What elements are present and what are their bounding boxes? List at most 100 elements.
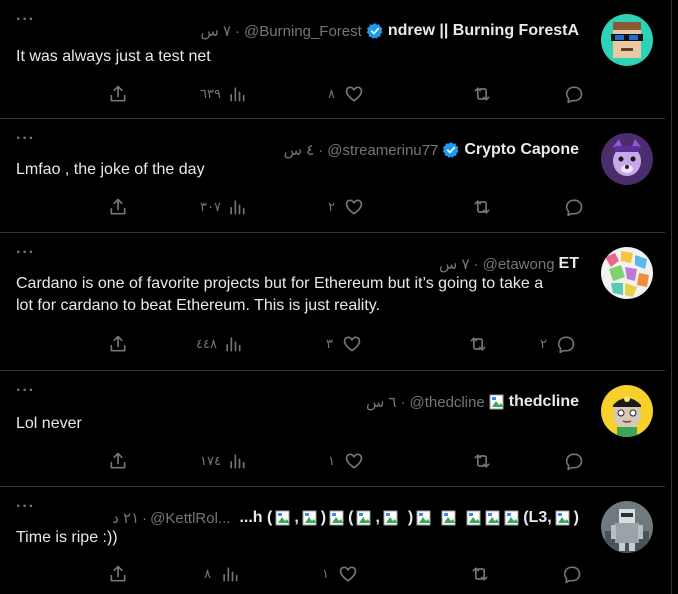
reply-button[interactable] [546,564,582,584]
display-name-part[interactable]: ) [321,509,326,527]
display-name[interactable]: ET [559,255,579,273]
reply-button[interactable] [548,84,584,104]
retweet-button[interactable] [456,197,492,217]
tweet[interactable]: ··· ndrew || Burning ForestA @Burning_Fo… [0,0,671,119]
user-handle[interactable]: @streamerinu77 [327,142,438,159]
timestamp[interactable]: ٤ س [284,141,315,159]
share-icon [108,334,128,354]
like-button[interactable]: ٨ [328,84,364,104]
avatar[interactable] [601,14,653,66]
like-button[interactable]: ١ [322,564,358,584]
display-name-part[interactable]: , [375,509,379,527]
share-button[interactable] [108,197,128,217]
more-icon[interactable]: ··· [16,383,35,399]
tweet-actions: ٨ ١ [0,564,672,588]
tweet-header: ndrew || Burning ForestA @Burning_Forest… [200,22,579,40]
broken-emoji-icon [302,510,318,526]
tweet-actions: ٤٤٨ ٣ ٢ [0,334,672,358]
share-button[interactable] [108,451,128,471]
views-icon [223,334,243,354]
broken-emoji-icon [275,510,291,526]
tweet-text-line: Cardano is one of favorite projects but … [16,275,544,292]
like-button[interactable]: ٢ [328,197,364,217]
display-name-start[interactable]: ...h ( [239,509,272,527]
reply-button[interactable] [548,197,584,217]
views-button[interactable]: ٨ [204,564,240,584]
display-name-part[interactable]: (L3, [523,509,551,527]
tweet-actions: ٣٠٧ ٢ [0,197,672,221]
display-name-part[interactable]: ) [408,509,413,527]
share-icon [108,451,128,471]
display-name-part[interactable]: ( [348,509,353,527]
tweet[interactable]: ··· ) (L3, ) , ( ) , ...h ( @KettlRol...… [0,487,671,594]
views-icon [227,197,247,217]
user-handle[interactable]: @KettlRol... [150,510,230,527]
more-icon[interactable]: ··· [16,245,35,261]
retweet-button[interactable] [456,84,492,104]
views-button[interactable]: ١٧٤ [200,451,247,471]
display-name[interactable]: thedcline [509,393,579,411]
broken-emoji-icon [356,510,372,526]
broken-emoji-icon [489,394,505,410]
broken-emoji-icon [555,510,571,526]
like-icon [344,451,364,471]
retweet-button[interactable] [452,334,488,354]
scrollbar[interactable] [665,0,671,594]
tweet-text-line: lot for cardano to beat Ethereum. This i… [16,297,381,314]
tweet[interactable]: ··· Crypto Capone @streamerinu77 · ٤ س L… [0,119,671,233]
retweet-button[interactable] [456,451,492,471]
reply-button[interactable] [548,451,584,471]
share-button[interactable] [108,564,128,584]
retweet-button[interactable] [454,564,490,584]
display-name[interactable]: Crypto Capone [464,141,579,159]
likes-count: ٢ [328,199,335,214]
views-button[interactable]: ٤٤٨ [196,334,243,354]
tweet-text: Cardano is one of favorite projects but … [16,273,543,317]
tweet[interactable]: ··· ET @etawong · ٧ س Cardano is one of … [0,233,671,371]
timestamp[interactable]: ٢١ د [112,509,139,527]
broken-emoji-icon [466,510,482,526]
reply-icon [556,334,576,354]
reply-icon [564,84,584,104]
views-button[interactable]: ٣٠٧ [200,197,247,217]
tweet-text: Time is ripe :)) [16,529,118,546]
likes-count: ١ [322,566,329,581]
display-name-end[interactable]: ) [574,509,579,527]
more-icon[interactable]: ··· [16,12,35,28]
avatar[interactable] [601,501,653,553]
user-handle[interactable]: @Burning_Forest [244,23,362,40]
display-name[interactable]: ndrew || Burning ForestA [388,22,579,40]
views-icon [220,564,240,584]
user-handle[interactable]: @thedcline [409,394,484,411]
more-icon[interactable]: ··· [16,499,35,515]
reply-button[interactable]: ٢ [540,334,576,354]
dot-separator: · [318,141,324,159]
views-count: ١٧٤ [200,453,221,468]
avatar[interactable] [601,133,653,185]
avatar[interactable] [601,247,653,299]
more-icon[interactable]: ··· [16,131,35,147]
share-button[interactable] [108,334,128,354]
timestamp[interactable]: ٧ س [200,22,231,40]
display-name-part[interactable]: , [294,509,298,527]
like-button[interactable]: ١ [328,451,364,471]
timestamp[interactable]: ٦ س [366,393,397,411]
broken-emoji-icon [441,510,457,526]
like-button[interactable]: ٣ [326,334,362,354]
views-button[interactable]: ٦٣٩ [200,84,247,104]
timestamp[interactable]: ٧ س [439,255,470,273]
tweet-feed: ··· ndrew || Burning ForestA @Burning_Fo… [0,0,672,594]
tweet-header: ) (L3, ) , ( ) , ...h ( @KettlRol... · ٢… [112,509,579,527]
share-button[interactable] [108,84,128,104]
tweet-text: Lmfao , the joke of the day [16,161,205,178]
retweet-icon [470,564,490,584]
avatar[interactable] [601,385,653,437]
tweet[interactable]: ··· thedcline @thedcline · ٦ س Lol never [0,371,671,487]
share-icon [108,84,128,104]
dot-separator: · [142,509,148,527]
likes-count: ٨ [328,86,335,101]
reply-icon [564,197,584,217]
reply-icon [562,564,582,584]
user-handle[interactable]: @etawong [483,256,555,273]
dot-separator: · [400,393,406,411]
